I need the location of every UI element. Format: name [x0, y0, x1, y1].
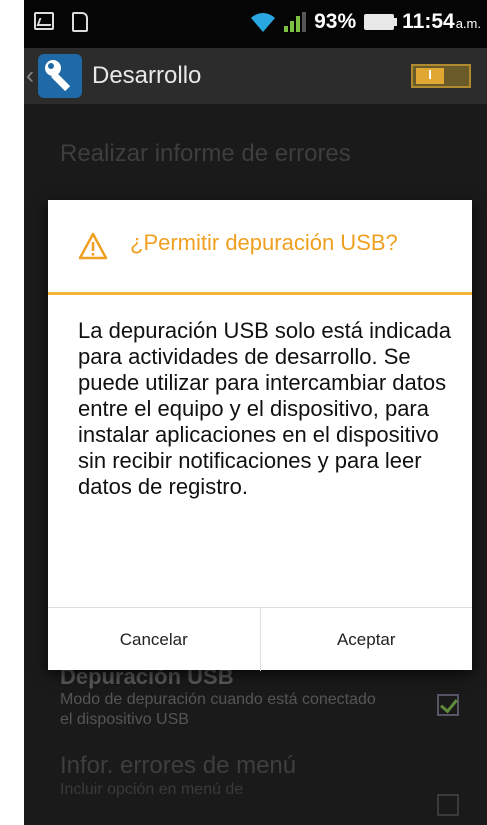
warning-icon	[78, 232, 108, 260]
dialog-title: ¿Permitir depuración USB?	[130, 230, 398, 255]
usb-debugging-checkbox[interactable]	[437, 694, 459, 716]
setting-title: Realizar informe de errores	[60, 140, 351, 167]
battery-icon	[364, 14, 398, 30]
setting-subtitle: Modo de depuración cuando está conectado…	[60, 691, 376, 728]
developer-options-toggle[interactable]: I	[411, 64, 471, 88]
settings-wrench-icon[interactable]	[38, 54, 82, 98]
page-title: Desarrollo	[92, 62, 202, 89]
battery-percent: 93%	[314, 10, 357, 33]
menu-error-report-checkbox[interactable]	[437, 794, 459, 816]
image-notification-icon	[34, 12, 54, 30]
signal-icon	[284, 12, 307, 32]
usb-debugging-dialog: ¿Permitir depuración USB? La depuración …	[48, 200, 472, 671]
sd-card-icon	[72, 12, 88, 32]
setting-usb-debugging[interactable]: Depuración USB Modo de depuración cuando…	[60, 664, 467, 730]
status-bar: 93% 11:54a.m.	[24, 0, 487, 48]
phone-screen: 93% 11:54a.m. ‹ Desarrollo I Realizar in…	[24, 0, 487, 825]
setting-bug-report[interactable]: Realizar informe de errores	[60, 140, 467, 168]
clock-ampm: a.m.	[455, 16, 481, 31]
clock-time: 11:54	[402, 10, 455, 33]
cancel-button[interactable]: Cancelar	[48, 608, 260, 671]
setting-subtitle: Incluir opción en menú de	[60, 781, 244, 798]
wifi-icon	[250, 11, 276, 33]
setting-menu-error-report[interactable]: Infor. errores de menú Incluir opción en…	[60, 752, 467, 800]
setting-title: Infor. errores de menú	[60, 752, 297, 779]
clock: 11:54a.m.	[402, 10, 481, 34]
action-bar: ‹ Desarrollo I	[24, 48, 487, 104]
dialog-header: ¿Permitir depuración USB?	[48, 200, 472, 295]
back-chevron-icon[interactable]: ‹	[26, 62, 34, 90]
dialog-message: La depuración USB solo está indicada par…	[78, 318, 452, 499]
toggle-state-label: I	[428, 67, 432, 82]
dialog-button-bar: Cancelar Aceptar	[48, 607, 472, 671]
accept-button[interactable]: Aceptar	[259, 608, 473, 671]
